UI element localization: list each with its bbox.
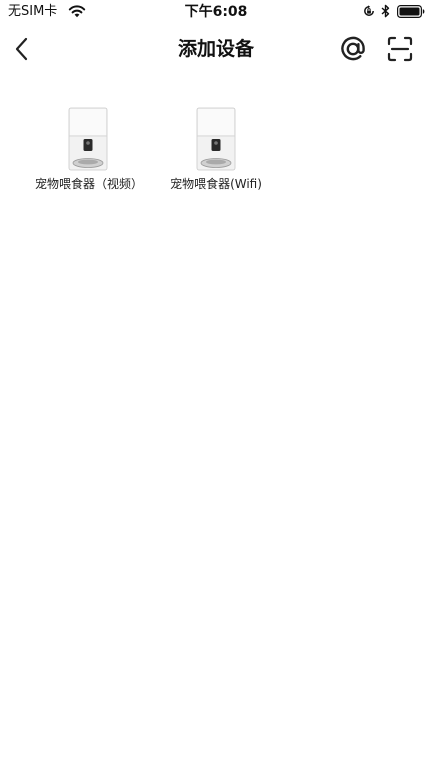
status-bar: 无SIM卡 下午6:08 [0,0,432,24]
battery-icon [397,5,425,18]
page-title: 添加设备 [177,38,254,60]
orientation-lock-icon [364,5,374,16]
nav-bar: 添加设备 [0,24,432,74]
pet-feeder-image [68,107,108,171]
at-sign-icon[interactable] [340,36,366,62]
scan-icon[interactable] [387,36,413,62]
bluetooth-icon [381,4,390,18]
device-item-pet-feeder-wifi[interactable]: 宠物喂食器(Wifi) [161,100,271,193]
device-label: 宠物喂食器（视频） [35,177,144,191]
pet-feeder-image [196,107,236,171]
device-item-pet-feeder-video[interactable]: 宠物喂食器（视频） [33,100,143,193]
device-label: 宠物喂食器(Wifi) [170,177,262,191]
